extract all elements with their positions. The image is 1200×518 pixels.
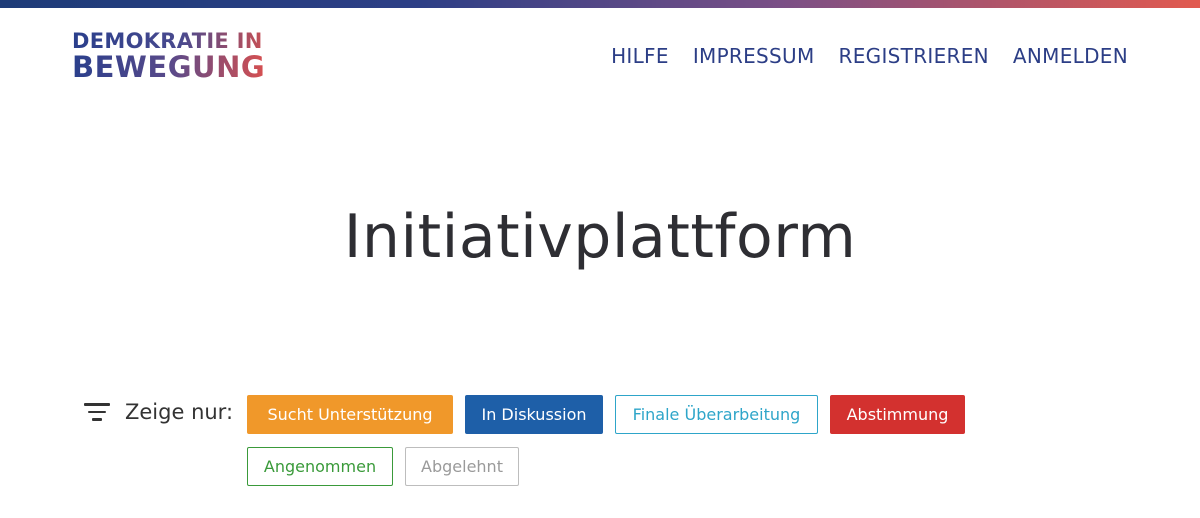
nav-link-anmelden[interactable]: ANMELDEN [1013, 44, 1128, 68]
filter-chip-angenommen[interactable]: Angenommen [247, 447, 393, 486]
top-gradient-bar [0, 0, 1200, 8]
filter-chip-abstimmung[interactable]: Abstimmung [830, 395, 965, 434]
filter-icon [84, 402, 110, 422]
filter-chip-sucht-unterstuetzung[interactable]: Sucht Unterstützung [247, 395, 453, 434]
page-title: Initiativplattform [343, 202, 857, 272]
nav-link-registrieren[interactable]: REGISTRIEREN [839, 44, 989, 68]
main-nav: HILFE IMPRESSUM REGISTRIEREN ANMELDEN [611, 44, 1128, 68]
logo-line1: DEMOKRATIE IN [72, 31, 272, 52]
filter-chip-in-diskussion[interactable]: In Diskussion [465, 395, 603, 434]
logo-line2: BEWEGUNG [72, 53, 272, 82]
nav-link-hilfe[interactable]: HILFE [611, 44, 669, 68]
filter-chip-finale-ueberarbeitung[interactable]: Finale Überarbeitung [615, 395, 818, 434]
logo[interactable]: DEMOKRATIE IN BEWEGUNG [72, 31, 272, 85]
filter-label: Zeige nur: [125, 400, 234, 424]
nav-link-impressum[interactable]: IMPRESSUM [693, 44, 815, 68]
filter-chip-abgelehnt[interactable]: Abgelehnt [405, 447, 519, 486]
